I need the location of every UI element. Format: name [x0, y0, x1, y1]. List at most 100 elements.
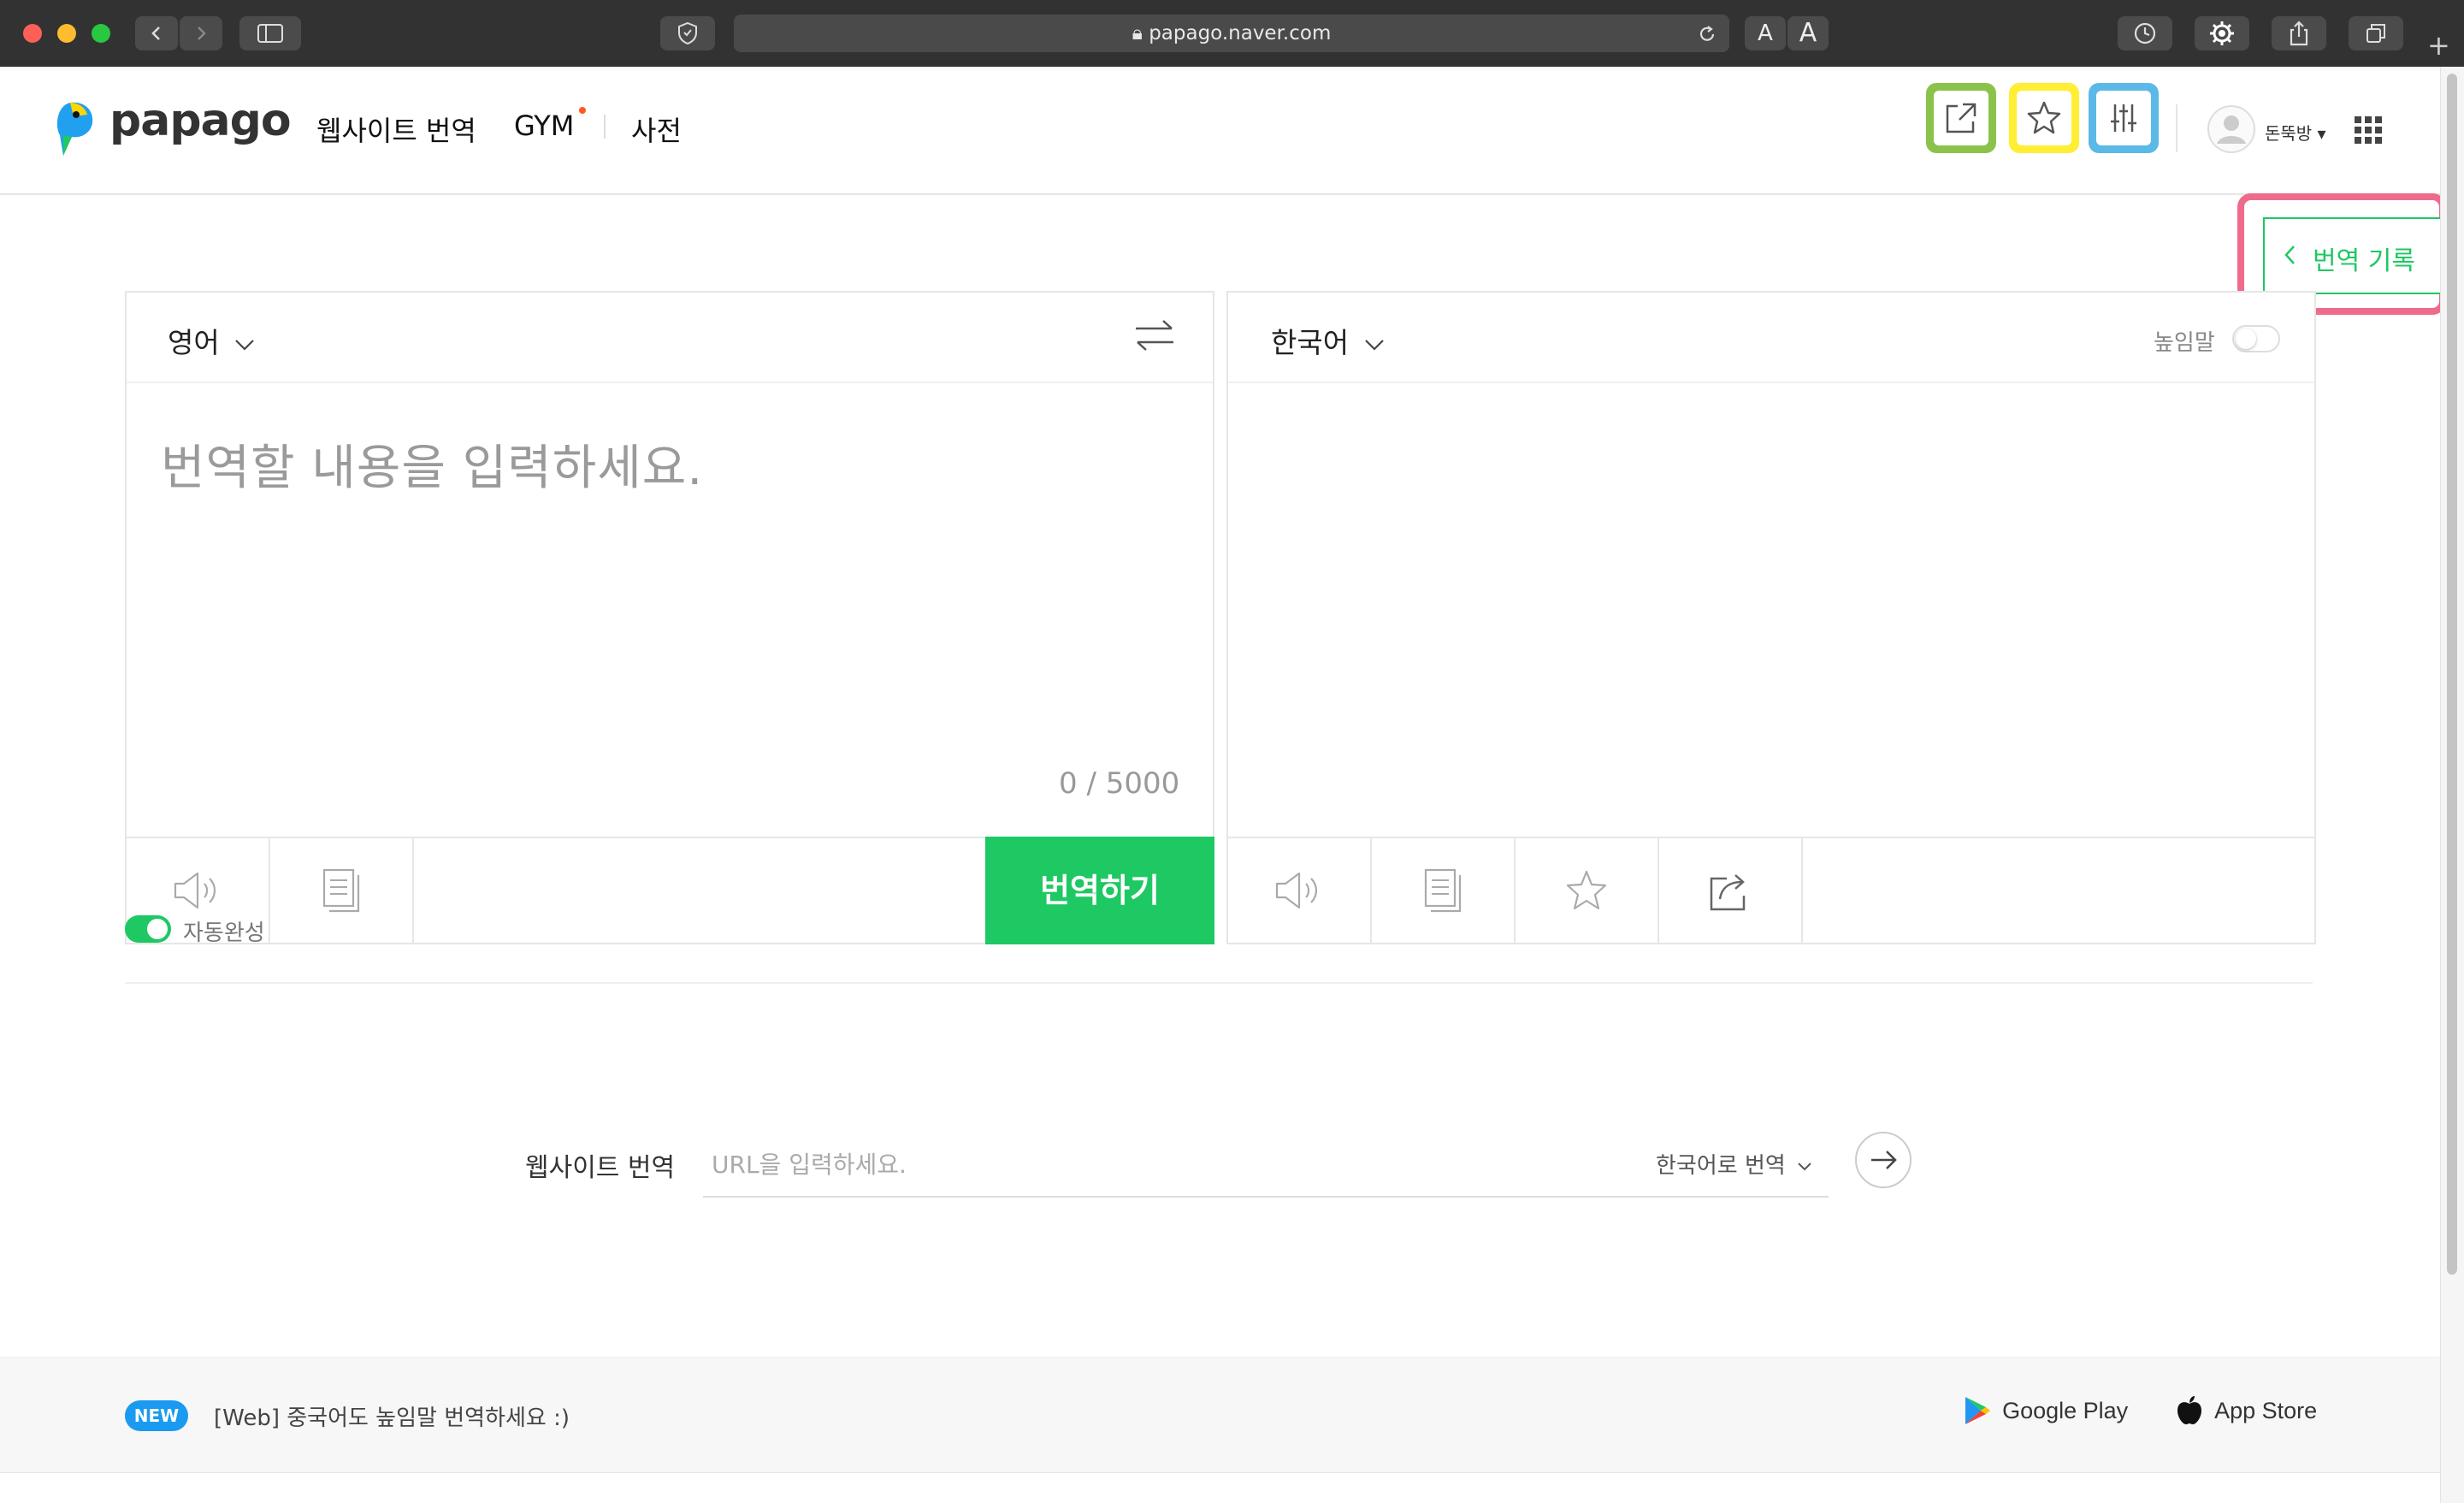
- google-play-link[interactable]: Google Play: [1964, 1395, 2128, 1426]
- new-badge: NEW: [125, 1400, 188, 1431]
- tabs-icon: [2367, 24, 2385, 43]
- translate-button[interactable]: 번역하기: [985, 837, 1214, 944]
- honorific-label: 높임말: [2154, 330, 2215, 356]
- font-smaller-button[interactable]: A: [1745, 16, 1786, 50]
- url-text: papago.naver.com: [1149, 22, 1332, 44]
- share-icon: [2290, 21, 2308, 46]
- source-panel: 영어 번역할 내용을 입력하세요. 0 / 5000 번역하기: [125, 291, 1214, 944]
- speaker-icon: [1275, 872, 1318, 909]
- target-action-bar: [1228, 837, 2314, 943]
- app-store-label: App Store: [2214, 1397, 2318, 1423]
- close-window-button[interactable]: [23, 24, 42, 43]
- user-name[interactable]: 돈뚝방 ▾: [2265, 120, 2326, 145]
- user-avatar-icon[interactable]: [2207, 104, 2256, 154]
- gym-new-dot: [579, 107, 586, 114]
- app-store-link[interactable]: App Store: [2176, 1395, 2317, 1426]
- apple-icon: [2177, 1396, 2201, 1424]
- external-window-icon: [1946, 103, 1977, 133]
- nav-dictionary[interactable]: 사전: [631, 109, 682, 149]
- tab-overview-button[interactable]: [2349, 16, 2403, 50]
- papago-logo-icon[interactable]: [53, 101, 97, 157]
- browser-toolbar: 🔒︎ papago.naver.com A A +: [0, 0, 2464, 68]
- zoom-window-button[interactable]: [92, 24, 110, 43]
- sidebar-icon: [257, 24, 283, 43]
- autocomplete-toggle-knob: [147, 919, 168, 939]
- forward-button[interactable]: [180, 16, 222, 50]
- favorites-button[interactable]: [2009, 83, 2079, 153]
- papago-page: papago 웹사이트 번역 GYM 사전 돈뚝방 ▾ 번역 기록 영어 번역할…: [0, 67, 2440, 1503]
- swap-languages-icon[interactable]: [1134, 318, 1175, 352]
- target-language-label: 한국어: [1271, 326, 1350, 359]
- popup-window-button[interactable]: [1926, 83, 1996, 153]
- source-language-select[interactable]: 영어: [168, 320, 256, 361]
- back-button[interactable]: [135, 16, 178, 50]
- share-button[interactable]: [2272, 16, 2326, 50]
- settings-button[interactable]: [2089, 83, 2159, 153]
- chevron-down-icon: [1798, 1162, 1811, 1170]
- target-copy-button[interactable]: [1372, 838, 1516, 943]
- extension-button[interactable]: [2195, 16, 2249, 50]
- new-tab-button[interactable]: +: [2427, 29, 2450, 62]
- history-button[interactable]: [2118, 16, 2172, 50]
- website-url-field: URL을 입력하세요. 한국어로 번역: [703, 1121, 1829, 1198]
- honorific-toggle-knob: [2236, 328, 2256, 349]
- sliders-icon: [2111, 104, 2136, 132]
- star-icon: [1566, 870, 1607, 910]
- target-language-row: 한국어 높임말: [1228, 293, 2314, 383]
- nav-divider: [604, 115, 606, 139]
- chevron-right-icon: [198, 27, 206, 40]
- website-target-language-select[interactable]: 한국어로 번역: [1656, 1148, 1813, 1180]
- google-play-icon: [1965, 1397, 1990, 1424]
- copy-icon: [322, 868, 360, 913]
- scrollbar-thumb[interactable]: [2447, 74, 2457, 1275]
- chevron-down-icon: [235, 339, 255, 351]
- chevron-left-icon: [2284, 246, 2295, 264]
- privacy-report-button[interactable]: [660, 16, 715, 50]
- target-panel: 한국어 높임말: [1226, 291, 2316, 944]
- source-copy-button[interactable]: [270, 838, 414, 943]
- site-header: papago 웹사이트 번역 GYM 사전 돈뚝방 ▾: [0, 67, 2440, 195]
- reload-icon[interactable]: [1697, 24, 1717, 44]
- autocomplete-toggle[interactable]: [125, 915, 171, 943]
- google-play-label: Google Play: [2002, 1397, 2129, 1423]
- gear-icon: [2210, 21, 2234, 45]
- star-icon: [2027, 101, 2061, 134]
- papago-logo-text[interactable]: papago: [109, 95, 292, 146]
- source-language-row: 영어: [127, 293, 1213, 383]
- chevron-down-icon: [1364, 339, 1384, 351]
- chevron-left-icon: [151, 27, 160, 40]
- apps-grid-icon[interactable]: [2354, 115, 2383, 145]
- header-divider: [2176, 104, 2177, 152]
- character-counter: 0 / 5000: [1059, 766, 1180, 801]
- nav-gym[interactable]: GYM: [514, 109, 574, 142]
- minimize-window-button[interactable]: [57, 24, 76, 43]
- section-divider: [125, 982, 2313, 984]
- website-url-input[interactable]: URL을 입력하세요.: [712, 1146, 907, 1181]
- honorific-toggle[interactable]: [2232, 325, 2280, 352]
- autocomplete-label: 자동완성: [183, 920, 265, 946]
- copy-icon: [1424, 868, 1462, 913]
- target-share-button[interactable]: [1659, 838, 1803, 943]
- nav-website-translate[interactable]: 웹사이트 번역: [316, 109, 476, 149]
- target-listen-button[interactable]: [1228, 838, 1372, 943]
- source-text-input[interactable]: 번역할 내용을 입력하세요.: [161, 429, 703, 499]
- footer-bar: NEW [Web] 중국어도 높임말 번역하세요 :) Google Play …: [0, 1357, 2440, 1473]
- target-favorite-button[interactable]: [1516, 838, 1659, 943]
- share-icon: [1710, 874, 1746, 911]
- translation-history-button[interactable]: 번역 기록: [2263, 217, 2440, 294]
- lock-icon: 🔒︎: [1132, 22, 1143, 44]
- website-translate-label: 웹사이트 번역: [525, 1153, 676, 1183]
- font-larger-button[interactable]: A: [1787, 16, 1829, 50]
- shield-icon: [678, 21, 697, 45]
- footer-news-link[interactable]: [Web] 중국어도 높임말 번역하세요 :): [214, 1400, 570, 1432]
- source-action-bar: 번역하기: [127, 837, 1214, 944]
- website-go-button[interactable]: [1854, 1131, 1912, 1189]
- speaker-icon: [174, 872, 216, 909]
- target-language-select[interactable]: 한국어: [1271, 320, 1386, 361]
- source-language-label: 영어: [168, 326, 220, 359]
- address-bar[interactable]: 🔒︎ papago.naver.com: [734, 15, 1729, 52]
- website-target-language-label: 한국어로 번역: [1656, 1153, 1786, 1179]
- clock-icon: [2134, 22, 2156, 44]
- sidebar-toggle-button[interactable]: [239, 16, 301, 50]
- translation-history-label: 번역 기록: [2313, 246, 2415, 276]
